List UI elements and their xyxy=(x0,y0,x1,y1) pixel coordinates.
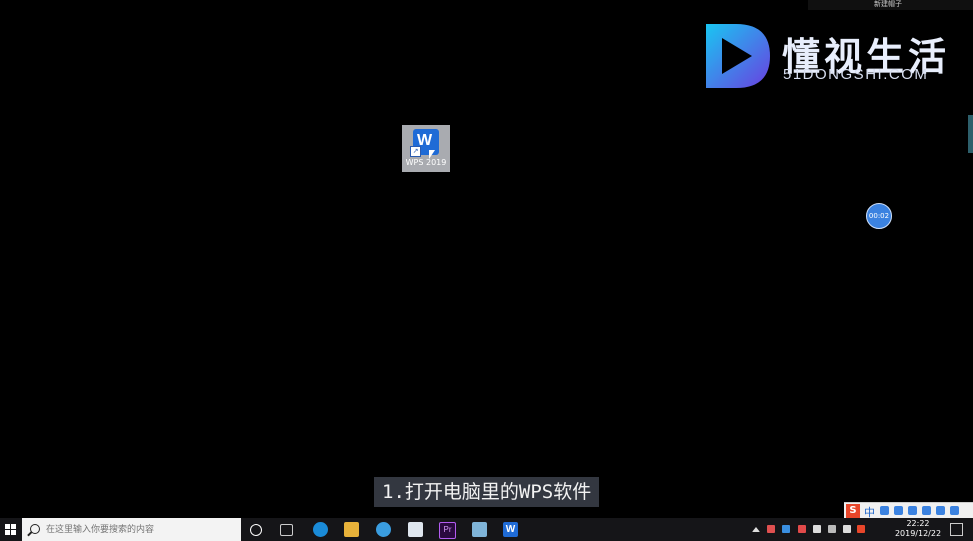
chevron-up-icon[interactable] xyxy=(752,527,760,532)
cortana-icon[interactable] xyxy=(250,524,262,536)
notification-icon[interactable] xyxy=(950,523,963,536)
watermark-domain: 51DONGSHI.COM xyxy=(783,66,929,83)
network-icon[interactable] xyxy=(828,525,836,533)
premiere-icon[interactable]: Pr xyxy=(439,522,456,539)
system-clock[interactable]: 22:22 2019/12/22 xyxy=(893,519,943,539)
ime-keyboard-icon[interactable] xyxy=(922,506,931,515)
mouse-cursor-icon xyxy=(429,150,435,159)
search-icon xyxy=(30,524,40,534)
tray-app-icon[interactable] xyxy=(767,525,775,533)
edge-icon[interactable] xyxy=(376,522,391,537)
edge-strip xyxy=(968,115,973,153)
mail-icon[interactable] xyxy=(408,522,423,537)
volume-icon[interactable] xyxy=(843,525,851,533)
watermark: 懂视生活 51DONGSHI.COM xyxy=(702,20,962,94)
watermark-logo-icon xyxy=(706,24,770,88)
tray-shield-icon[interactable] xyxy=(782,525,790,533)
taskbar: Pr W 22:22 2019/12/22 xyxy=(0,518,973,541)
top-label: 新建帽子 xyxy=(808,0,973,10)
battery-icon[interactable] xyxy=(813,525,821,533)
task-view-icon[interactable] xyxy=(280,524,293,536)
sogou-ime-icon[interactable]: S xyxy=(846,504,860,518)
shortcut-arrow-icon: ↗ xyxy=(410,146,421,157)
wps-taskbar-icon[interactable]: W xyxy=(503,522,518,537)
ime-punct-icon[interactable] xyxy=(880,506,889,515)
desktop-icon-label: WPS 2019 xyxy=(405,158,447,167)
clock-date: 2019/12/22 xyxy=(894,529,942,538)
ime-mic-icon[interactable] xyxy=(908,506,917,515)
tray-fire-icon[interactable] xyxy=(798,525,806,533)
tray-ime-icon[interactable] xyxy=(857,525,865,533)
ime-skin-icon[interactable] xyxy=(936,506,945,515)
desktop-icon-wps[interactable]: W ↗ WPS 2019 xyxy=(402,125,450,172)
subtitle-caption: 1.打开电脑里的WPS软件 xyxy=(374,477,600,507)
ime-settings-icon[interactable] xyxy=(950,506,959,515)
search-input[interactable] xyxy=(46,522,236,537)
clock-time: 22:22 xyxy=(906,519,930,528)
ime-toolbar[interactable]: S 中 xyxy=(844,502,973,519)
start-button[interactable] xyxy=(0,518,22,541)
browser-icon[interactable] xyxy=(313,522,328,537)
ime-emoji-icon[interactable] xyxy=(894,506,903,515)
file-explorer-icon[interactable] xyxy=(344,522,359,537)
recorder-timer[interactable]: 00:02 xyxy=(866,203,892,229)
taskbar-search[interactable] xyxy=(22,518,241,541)
notepad-icon[interactable] xyxy=(472,522,487,537)
